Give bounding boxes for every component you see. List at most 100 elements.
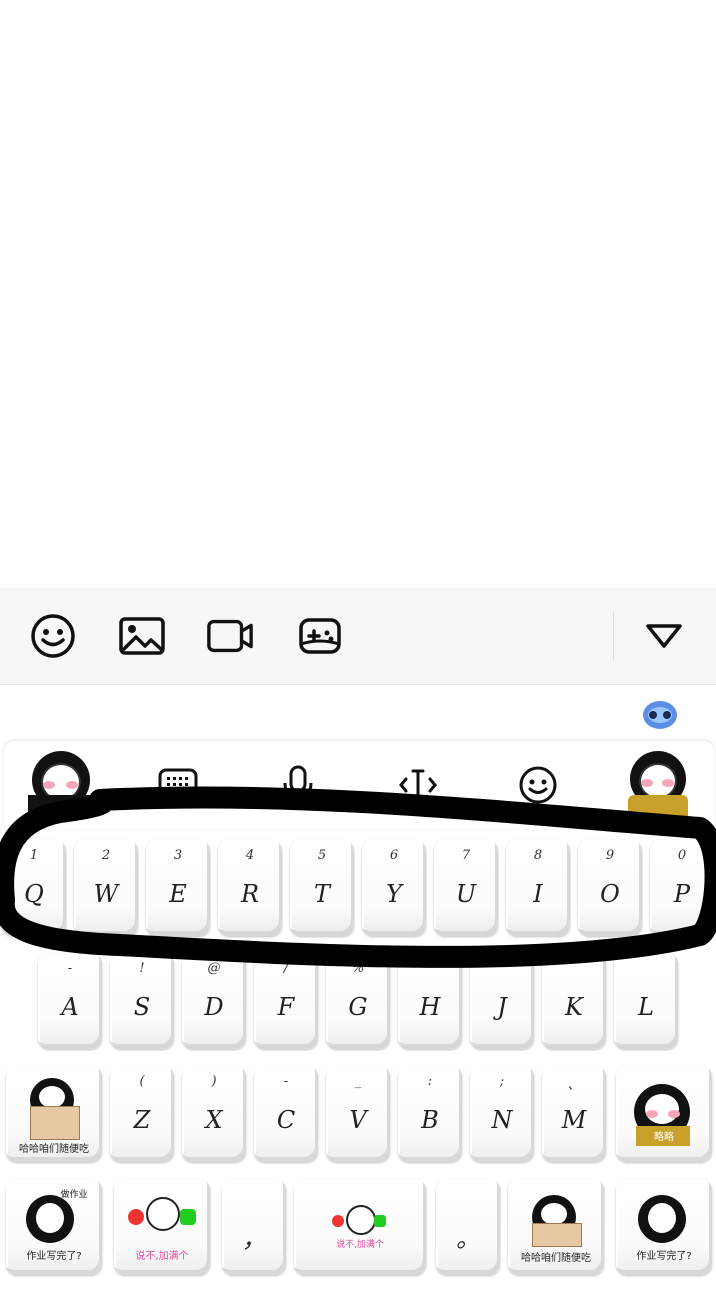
key-sub-label: 8 <box>533 848 543 863</box>
key-sub-label: - <box>67 961 73 976</box>
key-r[interactable]: 4R <box>218 840 282 936</box>
key-sub-label: @ <box>207 961 221 976</box>
sticker-caption: 哈哈咱们随便吃 <box>521 1253 591 1264</box>
key-q[interactable]: 1Q <box>2 840 66 936</box>
comma-label: ， <box>242 1225 266 1253</box>
key-label: Z <box>133 1106 151 1134</box>
key-c[interactable]: -C <box>254 1066 318 1162</box>
key-sub-label: 9 <box>605 848 615 863</box>
key-sub-label: / <box>283 961 289 976</box>
key-v[interactable]: _ V <box>326 1066 390 1162</box>
key-label: T <box>313 880 330 908</box>
key-l[interactable]: L <box>614 953 678 1049</box>
panda-sticker-right[interactable] <box>624 751 692 819</box>
key-m[interactable]: 、 M <box>542 1066 606 1162</box>
key-label: D <box>204 993 224 1021</box>
key-k[interactable]: K <box>542 953 606 1049</box>
key-n[interactable]: ; N <box>470 1066 534 1162</box>
sticker-caption: 作业写完了? <box>26 1251 82 1262</box>
microphone-icon[interactable] <box>270 757 326 813</box>
key-g[interactable]: % G <box>326 953 390 1049</box>
video-camera-icon[interactable] <box>206 612 254 660</box>
key-sub-label: 0 <box>677 848 687 863</box>
image-icon[interactable] <box>118 612 166 660</box>
key-label: K <box>565 993 583 1021</box>
period-key[interactable]: 。 <box>436 1179 500 1275</box>
key-label: N <box>491 1106 513 1134</box>
triangle-down-icon[interactable] <box>640 612 688 660</box>
key-s[interactable]: ! S <box>110 953 174 1049</box>
bottom-sticker-key-2[interactable]: 说不,加满个 <box>114 1179 210 1275</box>
key-sub-label: 6 <box>389 848 399 863</box>
key-label: P <box>673 880 691 908</box>
bottom-sticker-key-4[interactable]: 作业写完了? <box>616 1179 712 1275</box>
key-sub-label: 2 <box>101 848 111 863</box>
key-a[interactable]: -A <box>38 953 102 1049</box>
key-label: O <box>600 880 620 908</box>
key-label: X <box>205 1106 223 1134</box>
sticker-caption: 哈哈咱们随便吃 <box>19 1144 89 1155</box>
key-sub-label: _ <box>354 1074 362 1089</box>
key-label: R <box>240 880 260 908</box>
key-sub-label: ( <box>139 1074 145 1089</box>
shift-sticker-key[interactable]: 哈哈咱们随便吃 <box>6 1066 102 1162</box>
key-label: B <box>421 1106 439 1134</box>
keyboard-tool-row <box>4 741 714 829</box>
sticker-caption: 说不,加满个 <box>135 1251 189 1262</box>
key-label: L <box>638 993 654 1021</box>
key-label: M <box>561 1106 587 1134</box>
toolbar-divider <box>613 612 614 660</box>
key-sub-label: 5 <box>317 848 327 863</box>
keyboard: 1Q2W3E4R5T6Y7U8I9O0P - A! S @ D / F% G H J K L (Z) X… <box>0 685 716 1296</box>
emoji-icon[interactable] <box>510 757 566 813</box>
gamepad-icon[interactable] <box>296 612 344 660</box>
key-label: I <box>533 880 543 908</box>
key-label: G <box>348 993 368 1021</box>
key-b[interactable]: :B <box>398 1066 462 1162</box>
smiley-icon[interactable] <box>29 612 77 660</box>
key-label: H <box>419 993 441 1021</box>
sticker-caption: 作业写完了? <box>636 1251 692 1262</box>
key-z[interactable]: (Z <box>110 1066 174 1162</box>
keyboard-icon[interactable] <box>150 757 206 813</box>
key-label: Y <box>386 880 402 908</box>
key-sub-label: 、 <box>567 1078 581 1093</box>
key-label: A <box>61 993 79 1021</box>
key-p[interactable]: 0P <box>650 840 714 936</box>
key-x[interactable]: ) X <box>182 1066 246 1162</box>
key-i[interactable]: 8I <box>506 840 570 936</box>
comma-key[interactable]: ， <box>222 1179 286 1275</box>
panda-sticker-left[interactable] <box>28 751 96 819</box>
period-label: 。 <box>456 1225 480 1253</box>
cursor-icon[interactable] <box>390 757 446 813</box>
key-label: V <box>349 1106 367 1134</box>
key-label: J <box>497 993 507 1021</box>
key-f[interactable]: / F <box>254 953 318 1049</box>
key-y[interactable]: 6Y <box>362 840 426 936</box>
key-e[interactable]: 3E <box>146 840 210 936</box>
sticker-caption: 说不,加满个 <box>336 1240 384 1250</box>
space-key[interactable]: 说不,加满个 <box>294 1179 426 1275</box>
sticker-caption: 略略 <box>654 1132 674 1143</box>
key-sub-label: ; <box>499 1074 505 1089</box>
key-o[interactable]: 9O <box>578 840 642 936</box>
key-label: C <box>276 1106 296 1134</box>
key-t[interactable]: 5T <box>290 840 354 936</box>
key-sub-label: % <box>351 961 365 976</box>
key-d[interactable]: @ D <box>182 953 246 1049</box>
key-label: F <box>277 993 295 1021</box>
key-j[interactable]: J <box>470 953 534 1049</box>
enter-sticker-key[interactable]: 略略 <box>616 1066 712 1162</box>
key-sub-label: 3 <box>173 848 183 863</box>
bottom-sticker-key-1[interactable]: 做作业 作业写完了? <box>6 1179 102 1275</box>
ai-assistant-icon[interactable] <box>640 695 680 735</box>
key-u[interactable]: 7U <box>434 840 498 936</box>
key-sub-label: ! <box>139 961 145 976</box>
composer-toolbar <box>0 588 716 685</box>
key-label: U <box>455 880 477 908</box>
key-label: E <box>169 880 187 908</box>
key-label: W <box>93 880 119 908</box>
key-w[interactable]: 2W <box>74 840 138 936</box>
bottom-sticker-key-3[interactable]: 哈哈咱们随便吃 <box>508 1179 604 1275</box>
key-h[interactable]: H <box>398 953 462 1049</box>
